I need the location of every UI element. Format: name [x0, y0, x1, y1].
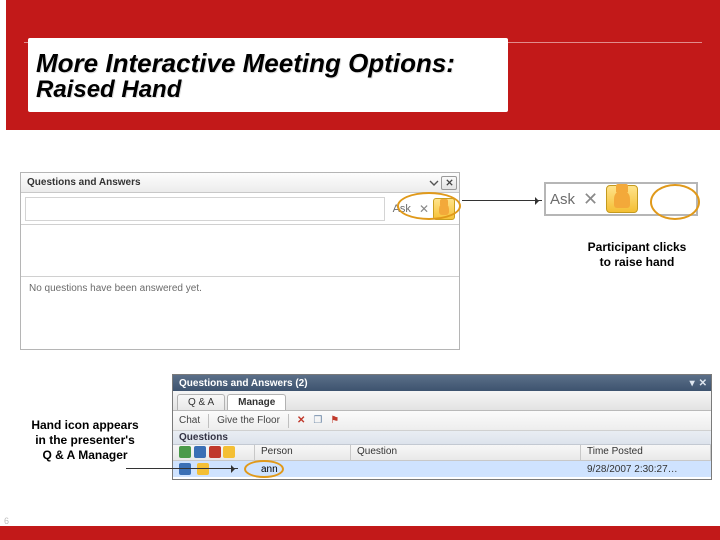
qa-manager-panel: Questions and Answers (2) ▾ ✕ Q & A Mana…	[172, 374, 712, 480]
clear-icon-zoom[interactable]: ✕	[583, 189, 598, 210]
callout-presenter: Hand icon appears in the presenter's Q &…	[30, 418, 140, 463]
hand-icon	[439, 203, 449, 215]
close-button[interactable]	[441, 176, 457, 190]
col-icons	[173, 445, 255, 460]
qa-panel-title: Questions and Answers	[27, 177, 141, 188]
qa-panel-titlebar: Questions and Answers	[21, 173, 459, 193]
close-icon[interactable]: ✕	[699, 378, 707, 389]
footer-bar	[0, 526, 720, 540]
separator	[208, 414, 209, 428]
separator	[288, 414, 289, 428]
title-box: More Interactive Meeting Options: Raised…	[28, 38, 508, 112]
col-time[interactable]: Time Posted	[581, 445, 711, 460]
annotation-arrow	[462, 200, 542, 201]
qa-status-text: No questions have been answered yet.	[21, 277, 459, 300]
col-question[interactable]: Question	[351, 445, 581, 460]
question-input[interactable]	[25, 197, 385, 221]
caret-down-icon[interactable]	[429, 178, 439, 188]
give-floor-button[interactable]: Give the Floor	[217, 415, 280, 426]
mgr-toolbar: Chat Give the Floor ✕ ❐ ⚑	[173, 411, 711, 431]
delete-icon[interactable]: ✕	[297, 415, 305, 426]
row-time: 9/28/2007 2:30:27…	[581, 464, 711, 475]
check-icon	[179, 446, 191, 458]
col-person[interactable]: Person	[255, 445, 351, 460]
mgr-column-headers: Person Question Time Posted	[173, 445, 711, 461]
ask-toolbar-zoom: Ask ✕	[544, 182, 698, 216]
row-status-icon	[179, 463, 191, 475]
flag-icon	[209, 446, 221, 458]
status-icon	[194, 446, 206, 458]
mgr-row[interactable]: ann 9/28/2007 2:30:27…	[173, 461, 711, 477]
clear-icon[interactable]: ✕	[415, 202, 433, 216]
doc-icon[interactable]: ❐	[313, 415, 322, 426]
tab-manage[interactable]: Manage	[227, 394, 286, 410]
flag-icon[interactable]: ⚑	[330, 415, 339, 426]
slide-subtitle: Raised Hand	[36, 77, 494, 102]
qa-body	[21, 225, 459, 277]
slide-title: More Interactive Meeting Options:	[36, 50, 494, 77]
row-hand-icon	[197, 463, 209, 475]
mgr-subhead: Questions	[173, 431, 711, 445]
mgr-tabs: Q & A Manage	[173, 391, 711, 411]
chat-button[interactable]: Chat	[179, 415, 200, 426]
ask-button-zoom[interactable]: Ask	[550, 191, 575, 208]
ask-toolbar: Ask ✕	[21, 193, 459, 225]
mgr-titlebar: Questions and Answers (2) ▾ ✕	[173, 375, 711, 391]
tab-qa[interactable]: Q & A	[177, 394, 225, 410]
ask-button[interactable]: Ask	[389, 203, 415, 215]
hand-icon	[614, 190, 630, 208]
caret-down-icon[interactable]: ▾	[690, 378, 695, 389]
annotation-arrow	[126, 468, 238, 469]
hand-icon	[223, 446, 235, 458]
qa-participant-panel: Questions and Answers Ask ✕ No questions…	[20, 172, 460, 350]
page-number: 6	[4, 516, 9, 526]
row-person: ann	[255, 464, 351, 475]
mgr-title-text: Questions and Answers (2)	[179, 378, 308, 389]
callout-participant: Participant clicks to raise hand	[582, 240, 692, 270]
raise-hand-button-zoom[interactable]	[606, 185, 638, 213]
raise-hand-button[interactable]	[433, 198, 455, 220]
